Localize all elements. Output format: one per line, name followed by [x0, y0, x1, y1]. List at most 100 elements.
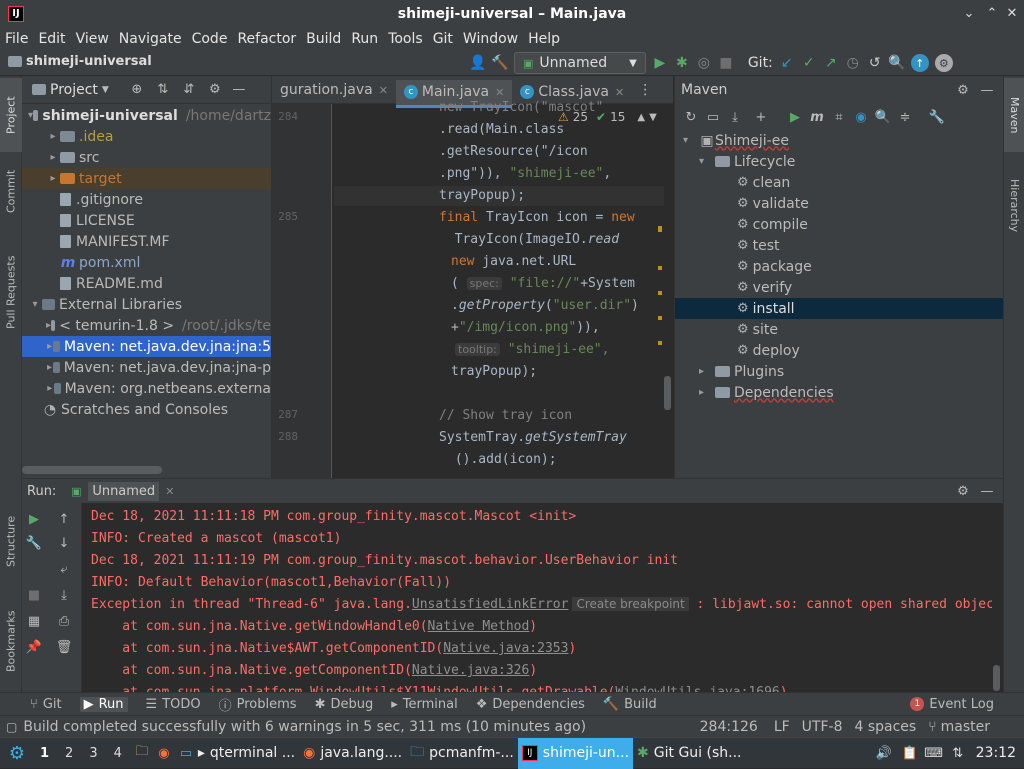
wrench-icon[interactable]: 🔧	[929, 109, 945, 125]
project-view-combo[interactable]: Project	[50, 82, 98, 98]
maven-project-node[interactable]: ▾ ▣ Shimeji-ee	[675, 130, 1003, 151]
tab-maven[interactable]: Maven	[1004, 78, 1024, 152]
maven-goal-icon[interactable]: m	[809, 109, 825, 125]
horizontal-scrollbar[interactable]	[22, 466, 162, 474]
tab-build[interactable]: 🔨 Build	[603, 697, 657, 712]
clock[interactable]: 23:12	[976, 745, 1016, 761]
maven-lifecycle-node[interactable]: ▾ Lifecycle	[675, 151, 1003, 172]
tree-node[interactable]: ▸ < temurin-1.8 >/root/.jdks/te	[22, 315, 271, 336]
tree-node[interactable]: m pom.xml	[22, 252, 271, 273]
tab-project[interactable]: Project	[0, 78, 22, 152]
chevron-right-icon[interactable]: ▸	[46, 383, 54, 394]
menu-refactor[interactable]: Refactor	[237, 31, 296, 47]
desktop-4[interactable]: 4	[114, 746, 122, 761]
show-desktop-icon[interactable]: ▭	[178, 745, 194, 761]
tab-commit[interactable]: Commit	[0, 158, 22, 224]
task-pcmanfm[interactable]: 🗀 pcmanfm-...	[406, 738, 518, 769]
tab-hierarchy[interactable]: Hierarchy	[1004, 166, 1024, 246]
tree-node[interactable]: ▸ target	[22, 168, 271, 189]
warning-marker[interactable]	[658, 291, 662, 295]
tab-dependencies[interactable]: ❖ Dependencies	[476, 697, 585, 712]
menu-code[interactable]: Code	[192, 31, 228, 47]
ide-update-icon[interactable]: ↑	[910, 54, 929, 72]
chevron-right-icon[interactable]: ▸	[46, 152, 60, 163]
skip-tests-icon[interactable]: ◉	[853, 109, 869, 125]
editor-scrollbar[interactable]	[664, 376, 671, 410]
search-icon[interactable]: 🔍	[875, 109, 891, 125]
run-config-combo[interactable]: ▣ Unnamed ▼	[514, 52, 646, 74]
tree-node[interactable]: ▸ Maven: net.java.dev.jna:jna-p	[22, 357, 271, 378]
tree-node[interactable]: ◔ Scratches and Consoles	[22, 399, 271, 420]
source-link[interactable]: Native.java:326	[412, 663, 529, 678]
menu-view[interactable]: View	[76, 31, 109, 47]
expand-all-icon[interactable]: ⇅	[155, 82, 171, 98]
maven-goal-clean[interactable]: ⚙ clean	[675, 172, 1003, 193]
tree-node[interactable]: LICENSE	[22, 210, 271, 231]
warning-marker[interactable]	[658, 341, 662, 345]
maven-goal-test[interactable]: ⚙ test	[675, 235, 1003, 256]
chevron-down-icon[interactable]: ▾	[28, 299, 42, 310]
event-log-button[interactable]: 1 Event Log	[910, 697, 994, 712]
start-menu-icon[interactable]: ⚙	[6, 742, 28, 764]
close-button[interactable]: ✕	[1003, 4, 1021, 24]
task-git-gui[interactable]: ✱ Git Gui (sh...	[633, 738, 745, 769]
minimize-button[interactable]: ⌄	[960, 4, 978, 24]
status-toggle-icon[interactable]: ▢	[6, 720, 17, 734]
tab-run[interactable]: ▶ Run	[79, 696, 128, 712]
firefox-icon[interactable]: ◉	[156, 745, 172, 761]
network-icon[interactable]: ⇅	[950, 745, 966, 761]
debug-icon[interactable]: ✱	[674, 55, 690, 71]
chevron-down-icon[interactable]: ▼	[649, 112, 657, 123]
warning-marker[interactable]	[658, 266, 662, 270]
menu-window[interactable]: Window	[463, 31, 518, 47]
desktop-1[interactable]: 1	[40, 746, 49, 761]
maven-plugins-node[interactable]: ▸ Plugins	[675, 361, 1003, 382]
git-commit-icon[interactable]: ✓	[801, 55, 817, 71]
tree-node[interactable]: ▸ Maven: net.java.dev.jna:jna:5	[22, 336, 271, 357]
line-separator[interactable]: LF	[774, 719, 790, 735]
task-firefox[interactable]: ◉ java.lang....	[299, 738, 406, 769]
collapse-icon[interactable]: ≑	[897, 109, 913, 125]
warning-marker[interactable]	[658, 226, 662, 232]
breadcrumb[interactable]: shimeji-universal	[8, 54, 152, 69]
menu-git[interactable]: Git	[433, 31, 453, 47]
maven-goal-site[interactable]: ⚙ site	[675, 319, 1003, 340]
indent-setting[interactable]: 4 spaces	[854, 719, 916, 735]
reload-icon[interactable]: ↻	[683, 109, 699, 125]
maven-goal-install[interactable]: ⚙ install	[675, 298, 1003, 319]
menu-file[interactable]: File	[5, 31, 28, 47]
caret-position[interactable]: 284:126	[700, 719, 758, 735]
tree-node[interactable]: ▸ src	[22, 147, 271, 168]
menu-tools[interactable]: Tools	[388, 31, 423, 47]
menu-build[interactable]: Build	[306, 31, 341, 47]
download-icon[interactable]: ⤓	[727, 109, 743, 125]
run-icon[interactable]: ▶	[652, 55, 668, 71]
console-scrollbar[interactable]	[993, 665, 1000, 691]
tree-node[interactable]: MANIFEST.MF	[22, 231, 271, 252]
task-qterminal[interactable]: ▸ qterminal ...	[194, 738, 299, 769]
maven-goal-validate[interactable]: ⚙ validate	[675, 193, 1003, 214]
tree-node[interactable]: ▸ Maven: org.netbeans.externa	[22, 378, 271, 399]
chevron-up-icon[interactable]: ▲	[637, 112, 645, 123]
maven-goal-package[interactable]: ⚙ package	[675, 256, 1003, 277]
more-tabs-icon[interactable]: ⋮	[632, 76, 658, 104]
gear-icon[interactable]: ⚙	[955, 82, 971, 98]
git-update-icon[interactable]: ↙	[779, 55, 795, 71]
collapse-all-icon[interactable]: ⇵	[181, 82, 197, 98]
clipboard-icon[interactable]: 📋	[902, 745, 918, 761]
build-hammer-icon[interactable]: 🔨	[491, 55, 508, 71]
git-branch[interactable]: master	[941, 719, 990, 735]
toggle-offline-icon[interactable]: ⌗	[831, 109, 847, 125]
tree-node[interactable]: ▸ .idea	[22, 126, 271, 147]
git-push-icon[interactable]: ↗	[823, 55, 839, 71]
file-encoding[interactable]: UTF-8	[802, 719, 843, 735]
source-link[interactable]: Native.java:2353	[443, 641, 568, 656]
tab-debug[interactable]: ✱ Debug	[315, 697, 374, 712]
run-icon[interactable]: ▶	[787, 109, 803, 125]
chevron-right-icon[interactable]: ▸	[46, 131, 60, 142]
menu-navigate[interactable]: Navigate	[119, 31, 182, 47]
menu-help[interactable]: Help	[528, 31, 560, 47]
plus-icon[interactable]: +	[753, 109, 769, 125]
maven-goal-compile[interactable]: ⚙ compile	[675, 214, 1003, 235]
close-icon[interactable]: ✕	[379, 84, 388, 97]
